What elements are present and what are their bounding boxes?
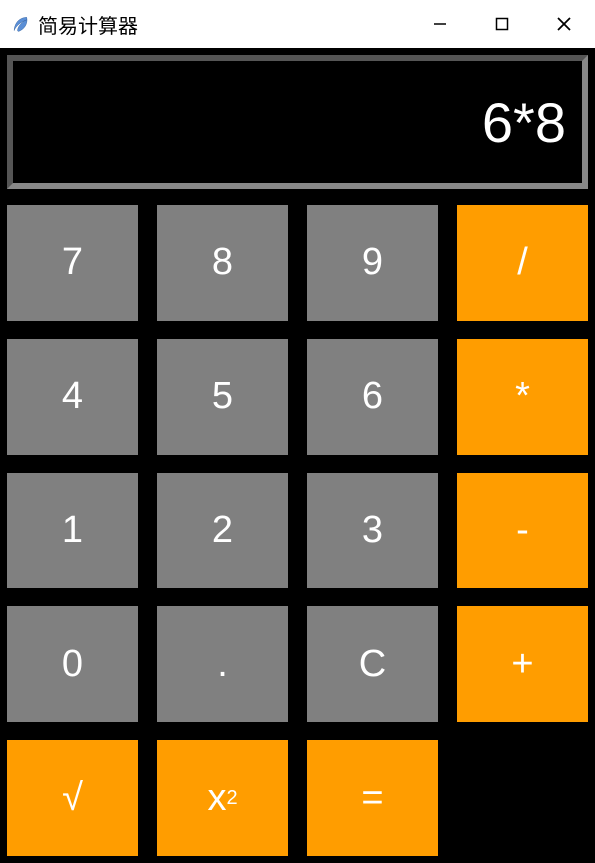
display-value: 6*8 bbox=[482, 90, 566, 155]
minimize-button[interactable] bbox=[409, 0, 471, 48]
button-4[interactable]: 4 bbox=[7, 339, 138, 455]
button-6[interactable]: 6 bbox=[307, 339, 438, 455]
button-clear[interactable]: C bbox=[307, 606, 438, 722]
button-3[interactable]: 3 bbox=[307, 473, 438, 589]
titlebar: 简易计算器 bbox=[0, 0, 595, 48]
button-0[interactable]: 0 bbox=[7, 606, 138, 722]
button-2[interactable]: 2 bbox=[157, 473, 288, 589]
button-decimal[interactable]: . bbox=[157, 606, 288, 722]
calculator-body: 6*8 7 8 9 / 4 5 6 * 1 2 3 - 0 . C + √ x2… bbox=[0, 48, 595, 863]
button-9[interactable]: 9 bbox=[307, 205, 438, 321]
window-controls bbox=[409, 0, 595, 48]
button-8[interactable]: 8 bbox=[157, 205, 288, 321]
empty-cell bbox=[457, 740, 588, 856]
button-7[interactable]: 7 bbox=[7, 205, 138, 321]
button-subtract[interactable]: - bbox=[457, 473, 588, 589]
app-feather-icon bbox=[10, 14, 30, 34]
maximize-button[interactable] bbox=[471, 0, 533, 48]
button-divide[interactable]: / bbox=[457, 205, 588, 321]
button-multiply[interactable]: * bbox=[457, 339, 588, 455]
button-add[interactable]: + bbox=[457, 606, 588, 722]
close-button[interactable] bbox=[533, 0, 595, 48]
button-5[interactable]: 5 bbox=[157, 339, 288, 455]
button-grid: 7 8 9 / 4 5 6 * 1 2 3 - 0 . C + √ x2 = bbox=[7, 205, 588, 856]
display: 6*8 bbox=[7, 55, 588, 189]
button-square[interactable]: x2 bbox=[157, 740, 288, 856]
button-equals[interactable]: = bbox=[307, 740, 438, 856]
button-sqrt[interactable]: √ bbox=[7, 740, 138, 856]
window-title: 简易计算器 bbox=[38, 10, 409, 39]
button-1[interactable]: 1 bbox=[7, 473, 138, 589]
